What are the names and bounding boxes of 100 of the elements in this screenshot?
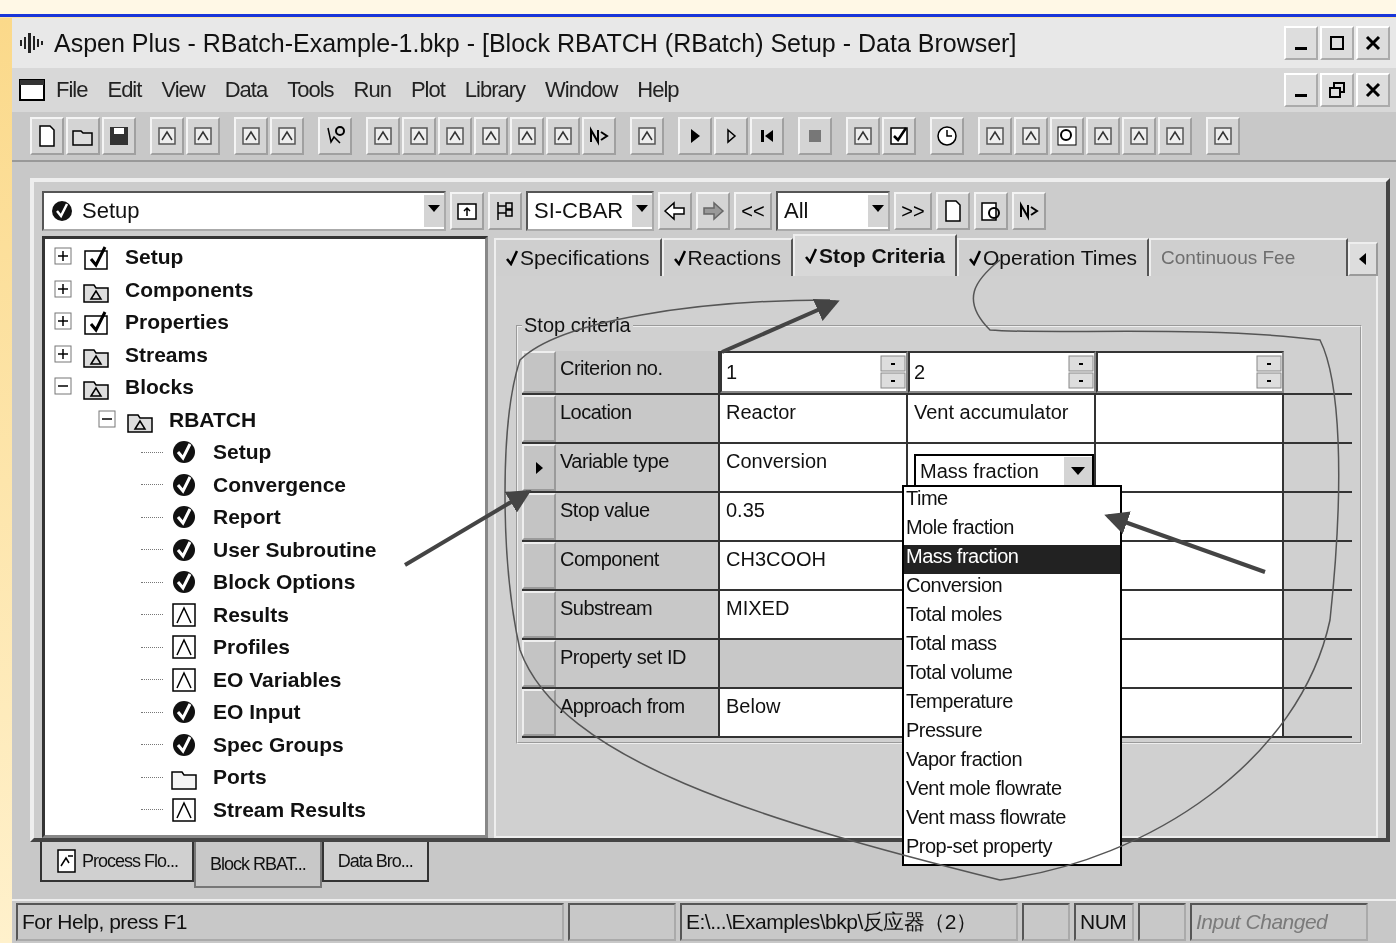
menu-item[interactable]: File: [46, 77, 98, 103]
filter-selector[interactable]: All: [776, 191, 890, 231]
row-label: Substream: [556, 591, 720, 638]
toolbar-button[interactable]: [678, 117, 712, 155]
tree-item[interactable]: Stream Results: [205, 797, 366, 822]
tab[interactable]: Stop Criteria: [792, 234, 957, 276]
tree-item[interactable]: Results: [205, 602, 289, 627]
menu-item[interactable]: Window: [535, 77, 628, 103]
window-tab[interactable]: Block RBAT...: [194, 842, 322, 888]
tree-item[interactable]: Properties: [117, 310, 229, 335]
tree-item[interactable]: Block Options: [205, 570, 356, 595]
tree-item[interactable]: User Subroutine: [205, 537, 377, 562]
row-header[interactable]: [522, 493, 556, 540]
table-cell: Vent accumulator: [908, 395, 1096, 442]
dropdown-option[interactable]: Mass fraction: [904, 545, 1120, 574]
tab[interactable]: Specifications: [494, 238, 662, 276]
results-icon: [169, 665, 199, 694]
paste-button[interactable]: [974, 192, 1008, 230]
menu-item[interactable]: Edit: [97, 77, 152, 103]
tree-item[interactable]: Setup: [117, 245, 184, 270]
toolbar-button[interactable]: [930, 117, 964, 155]
close-icon: [1365, 35, 1381, 51]
restore-button[interactable]: [1320, 73, 1354, 107]
close-icon: [1365, 82, 1381, 98]
expander-icon[interactable]: [97, 408, 119, 431]
window-tab[interactable]: Data Bro...: [321, 842, 429, 882]
tree-item[interactable]: Convergence: [205, 472, 347, 497]
spin-field[interactable]: 1: [720, 351, 908, 393]
previous-button[interactable]: <<: [734, 192, 772, 230]
minimize-button[interactable]: [1284, 73, 1318, 107]
expander-icon[interactable]: [53, 343, 75, 366]
tree-item[interactable]: EO Variables: [205, 667, 342, 692]
row-label: Criterion no.: [556, 351, 720, 393]
close-button[interactable]: [1356, 26, 1390, 60]
minimize-icon: [1295, 46, 1307, 50]
toolbar-button[interactable]: [582, 117, 616, 155]
spin-field[interactable]: [1096, 351, 1284, 393]
toolbar-button[interactable]: [318, 117, 352, 155]
maximize-button[interactable]: [1320, 26, 1354, 60]
dropdown-option[interactable]: Total volume: [904, 661, 1120, 690]
tree-item[interactable]: Report: [205, 505, 281, 530]
tab-scroll-button[interactable]: [1348, 242, 1378, 276]
units-selector[interactable]: SI-CBAR: [526, 191, 654, 231]
tab[interactable]: Operation Times: [957, 238, 1150, 276]
toolbar-button[interactable]: [66, 117, 100, 155]
maximize-icon: [1329, 35, 1345, 51]
expander-icon[interactable]: [53, 278, 75, 301]
menu-item[interactable]: Run: [343, 77, 401, 103]
dropdown-option[interactable]: Vapor fraction: [904, 748, 1120, 777]
tree-item[interactable]: Blocks: [117, 375, 194, 400]
clock-icon: [934, 123, 960, 149]
toolbar-button[interactable]: [1050, 117, 1084, 155]
tree-item[interactable]: RBATCH: [161, 407, 257, 432]
next-button[interactable]: >>: [894, 192, 932, 230]
toolbar-button[interactable]: [714, 117, 748, 155]
close-button[interactable]: [1356, 73, 1390, 107]
row-header[interactable]: [522, 444, 556, 491]
row-label: Stop value: [556, 493, 720, 540]
menu-item[interactable]: View: [151, 77, 215, 103]
tab[interactable]: Reactions: [661, 238, 793, 276]
new-button[interactable]: [936, 192, 970, 230]
minimize-button[interactable]: [1284, 26, 1318, 60]
dropdown-option[interactable]: Prop-set property: [904, 835, 1120, 864]
toolbar-button[interactable]: [102, 117, 136, 155]
tree-item[interactable]: Spec Groups: [205, 732, 344, 757]
status-indicator: Input Changed: [1190, 903, 1368, 941]
checkmark-icon: [50, 199, 74, 223]
dropdown-arrow-icon: [1070, 465, 1086, 477]
next-input-button[interactable]: [1012, 192, 1046, 230]
menu-item[interactable]: Data: [214, 77, 278, 103]
tree-toggle-button[interactable]: [488, 192, 522, 230]
tree-item[interactable]: Ports: [205, 765, 267, 790]
tree-item[interactable]: Components: [117, 277, 254, 302]
dropdown-option[interactable]: Vent mass flowrate: [904, 806, 1120, 835]
menu-item[interactable]: Library: [454, 77, 536, 103]
window-title: Aspen Plus - RBatch-Example-1.bkp - [Block RBATCH (RBatch) Setup - Data Browser]: [54, 28, 1017, 58]
tree-item[interactable]: EO Input: [205, 700, 301, 725]
results-icon: [169, 600, 199, 629]
toolbar-button[interactable]: [30, 117, 64, 155]
forward-button[interactable]: [696, 192, 730, 230]
spin-field[interactable]: 2: [908, 351, 1096, 393]
tree-item[interactable]: Setup: [205, 440, 272, 465]
menu-item[interactable]: Plot: [400, 77, 455, 103]
spinner-icon: [1256, 355, 1282, 389]
row-label: Variable type: [556, 444, 720, 491]
toolbar-button[interactable]: [750, 117, 784, 155]
form-selector[interactable]: Setup: [42, 191, 446, 231]
menu-item[interactable]: Tools: [277, 77, 344, 103]
window-tab[interactable]: Process Flo...: [40, 842, 195, 882]
tree-item[interactable]: Profiles: [205, 635, 291, 660]
menu-item[interactable]: Help: [627, 77, 689, 103]
status-text: For Help, press F1: [16, 903, 564, 941]
up-folder-button[interactable]: [450, 192, 484, 230]
select-field[interactable]: Mass fraction: [914, 454, 1094, 488]
row-label: Property set ID: [556, 640, 720, 687]
dropdown-option[interactable]: Vent mole flowrate: [904, 777, 1120, 806]
flowsheet-icon: [56, 848, 78, 874]
tree-item[interactable]: Streams: [117, 342, 208, 367]
back-button[interactable]: [658, 192, 692, 230]
toolbar-button[interactable]: [882, 117, 916, 155]
